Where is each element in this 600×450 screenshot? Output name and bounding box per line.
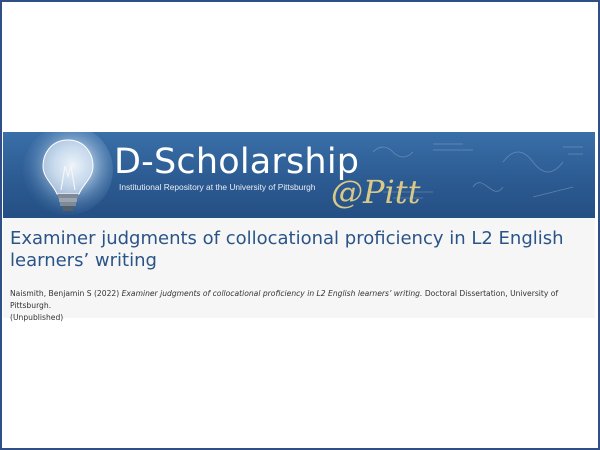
site-tagline: Institutional Repository at the Universi…	[119, 182, 316, 192]
citation-authors-year: Naismith, Benjamin S (2022)	[10, 289, 120, 298]
record-title: Examiner judgments of collocational prof…	[10, 228, 564, 271]
citation-work-title: Examiner judgments of collocational prof…	[121, 289, 423, 298]
light-bulb-icon	[23, 132, 113, 215]
record-summary: Examiner judgments of collocational prof…	[3, 218, 595, 322]
citation: Naismith, Benjamin S (2022) Examiner jud…	[10, 288, 588, 324]
site-name[interactable]: D-Scholarship	[114, 142, 359, 182]
repository-page: D-Scholarship Institutional Repository a…	[3, 132, 595, 322]
site-banner[interactable]: D-Scholarship Institutional Repository a…	[3, 132, 595, 218]
pitt-wordmark: @Pitt	[331, 173, 421, 211]
citation-status: (Unpublished)	[10, 313, 64, 322]
